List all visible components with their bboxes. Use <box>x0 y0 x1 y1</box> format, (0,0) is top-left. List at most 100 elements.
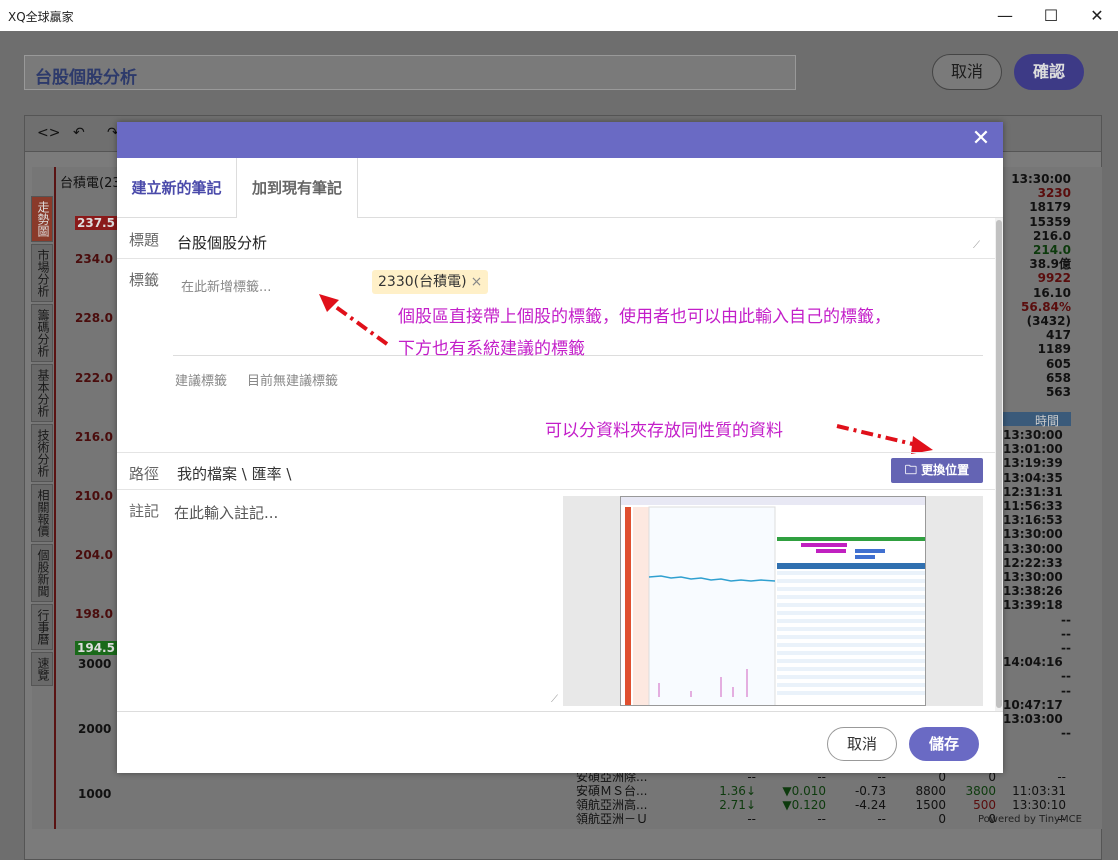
side-tab-trend[interactable]: 走勢圖 <box>31 196 53 242</box>
fund-change: ▼0.010 <box>782 784 826 798</box>
tags-input[interactable]: 在此新增標籤... <box>181 276 271 295</box>
volume-label: 2000 <box>78 722 112 736</box>
tab-new-note[interactable]: 建立新的筆記 <box>117 158 237 218</box>
screenshot-thumbnail-graphic <box>621 497 925 705</box>
time-value: 12:31:31 <box>1003 484 1063 499</box>
title-input[interactable]: 台股個股分析 <box>173 230 983 256</box>
fund-last-volume: 500 <box>973 798 996 812</box>
price-label: 210.0 <box>75 489 113 503</box>
quote-value: 658 <box>1045 370 1071 385</box>
side-tabs: 走勢圖 市場分析 籌碼分析 基本分析 技術分析 相關報價 個股新聞 行事曆 速覽 <box>31 196 55 688</box>
change-location-label: 更換位置 <box>921 463 970 477</box>
time-value: -- <box>1061 683 1071 698</box>
fund-price: 1.36↓ <box>719 784 756 798</box>
side-tab-quotes[interactable]: 相關報價 <box>31 484 53 542</box>
time-value: 13:19:39 <box>1003 456 1063 471</box>
annotation-tags-line1: 個股區直接帶上個股的標籤，使用者也可以由此輸入自己的標籤， <box>398 307 891 327</box>
time-value: -- <box>1061 626 1071 641</box>
price-label: 234.0 <box>75 252 113 266</box>
fund-change: ▼0.120 <box>782 798 826 812</box>
side-tab-basic[interactable]: 基本分析 <box>31 364 53 422</box>
note-title-field[interactable]: 台股個股分析 <box>24 55 796 90</box>
change-location-button[interactable]: 🗀 更換位置 <box>891 458 983 483</box>
price-label: 237.5 <box>75 216 117 230</box>
price-label: 198.0 <box>75 607 113 621</box>
volume-label: 1000 <box>78 787 112 801</box>
tab-existing-note[interactable]: 加到現有筆記 <box>237 158 358 218</box>
fund-pct: -0.73 <box>854 784 886 798</box>
quote-value: 13:30:00 <box>1011 172 1071 186</box>
maximize-button[interactable]: ☐ <box>1028 0 1074 31</box>
quote-value: 563 <box>1045 385 1071 400</box>
time-value: 13:30:00 <box>1003 541 1063 556</box>
code-view-icon[interactable]: <> <box>37 125 60 141</box>
side-tab-calendar[interactable]: 行事曆 <box>31 604 53 650</box>
suggested-tags-value: 目前無建議標籤 <box>247 374 339 389</box>
tag-chip: 2330(台積電) × <box>372 270 489 294</box>
time-value: 13:03:00 <box>1003 712 1063 727</box>
stock-name: 台積電(23 <box>60 176 121 191</box>
price-label: 222.0 <box>75 371 113 385</box>
price-label: 216.0 <box>75 430 113 444</box>
page-cancel-button[interactable]: 取消 <box>932 54 1002 90</box>
resize-grip-icon[interactable]: ⟋ <box>973 240 980 251</box>
table-row[interactable]: 安碩ＭＳ台... 1.36↓ ▼0.010 -0.73 8800 3800 11… <box>576 784 1066 798</box>
annotation-folder: 可以分資料夾存放同性質的資料 <box>545 421 783 441</box>
price-label: 228.0 <box>75 311 113 325</box>
fund-pct: -- <box>877 812 886 826</box>
quote-value: 16.10 <box>1033 285 1071 300</box>
dialog-save-button[interactable]: 儲存 <box>909 727 979 761</box>
app-title: XQ全球贏家 <box>8 10 74 24</box>
notes-input[interactable]: 在此輸入註記... <box>174 502 278 523</box>
window-close-button[interactable]: ✕ <box>1074 0 1118 31</box>
tag-chip-label: 2330(台積電) <box>378 274 467 290</box>
time-value: 10:47:17 <box>1003 697 1063 712</box>
title-label: 標題 <box>129 231 160 249</box>
resize-grip-icon[interactable]: ⟋ <box>551 694 558 705</box>
dialog-header: ✕ <box>117 122 1003 158</box>
page-confirm-button[interactable]: 確認 <box>1014 54 1084 90</box>
side-tab-chips[interactable]: 籌碼分析 <box>31 304 53 362</box>
side-tab-overview[interactable]: 速覽 <box>31 652 53 686</box>
quote-value: 605 <box>1045 356 1071 371</box>
fund-volume: 8800 <box>915 784 946 798</box>
fund-name: 安碩ＭＳ台... <box>576 784 648 798</box>
time-header: 時間 <box>1003 412 1071 428</box>
time-value: -- <box>1061 669 1071 684</box>
screenshot-thumbnail <box>620 496 926 706</box>
quote-value: 38.9億 <box>1029 257 1071 272</box>
table-row[interactable]: 領航亞洲高... 2.71↓ ▼0.120 -4.24 1500 500 13:… <box>576 798 1066 812</box>
time-value: -- <box>1061 726 1071 741</box>
divider <box>117 258 995 259</box>
quote-value: 417 <box>1045 328 1071 343</box>
screenshot-attachment[interactable] <box>563 496 983 706</box>
undo-icon[interactable]: ↶ <box>73 125 85 141</box>
note-title-text: 台股個股分析 <box>35 68 137 88</box>
fund-price: 2.71↓ <box>719 798 756 812</box>
quote-value: 216.0 <box>1033 228 1071 243</box>
time-value: -- <box>1061 641 1071 656</box>
time-value: 13:30:00 <box>1003 570 1063 585</box>
tag-remove-icon[interactable]: × <box>471 274 483 290</box>
suggested-tags-label: 建議標籤 <box>175 374 228 389</box>
dialog-scrollbar[interactable] <box>995 218 1003 711</box>
annotation-tags-line2: 下方也有系統建議的標籤 <box>398 339 585 359</box>
dialog-cancel-button[interactable]: 取消 <box>827 727 897 761</box>
fund-pct: -4.24 <box>854 798 886 812</box>
minimize-button[interactable]: — <box>982 0 1028 31</box>
volume-label: 3000 <box>78 657 112 671</box>
close-icon[interactable]: ✕ <box>969 126 993 152</box>
scrollbar-thumb[interactable] <box>996 220 1002 708</box>
quote-value: 3230 <box>1037 186 1071 201</box>
price-label: 194.5 <box>75 641 117 655</box>
powered-by-label: Powered by TinyMCE <box>978 814 1082 825</box>
side-tab-news[interactable]: 個股新聞 <box>31 544 53 602</box>
time-value: 13:30:00 <box>1003 527 1063 542</box>
side-tab-market[interactable]: 市場分析 <box>31 244 53 302</box>
side-tab-technical[interactable]: 技術分析 <box>31 424 53 482</box>
path-value: 我的檔案 \ 匯率 \ <box>177 465 292 483</box>
dialog-tabs: 建立新的筆記 加到現有筆記 <box>117 158 1003 218</box>
fund-time: 13:30:10 <box>1012 798 1066 812</box>
quote-values-column: 13:30:00 3230 18179 15359 216.0 214.0 38… <box>1003 172 1071 399</box>
time-value: 12:22:33 <box>1003 555 1063 570</box>
